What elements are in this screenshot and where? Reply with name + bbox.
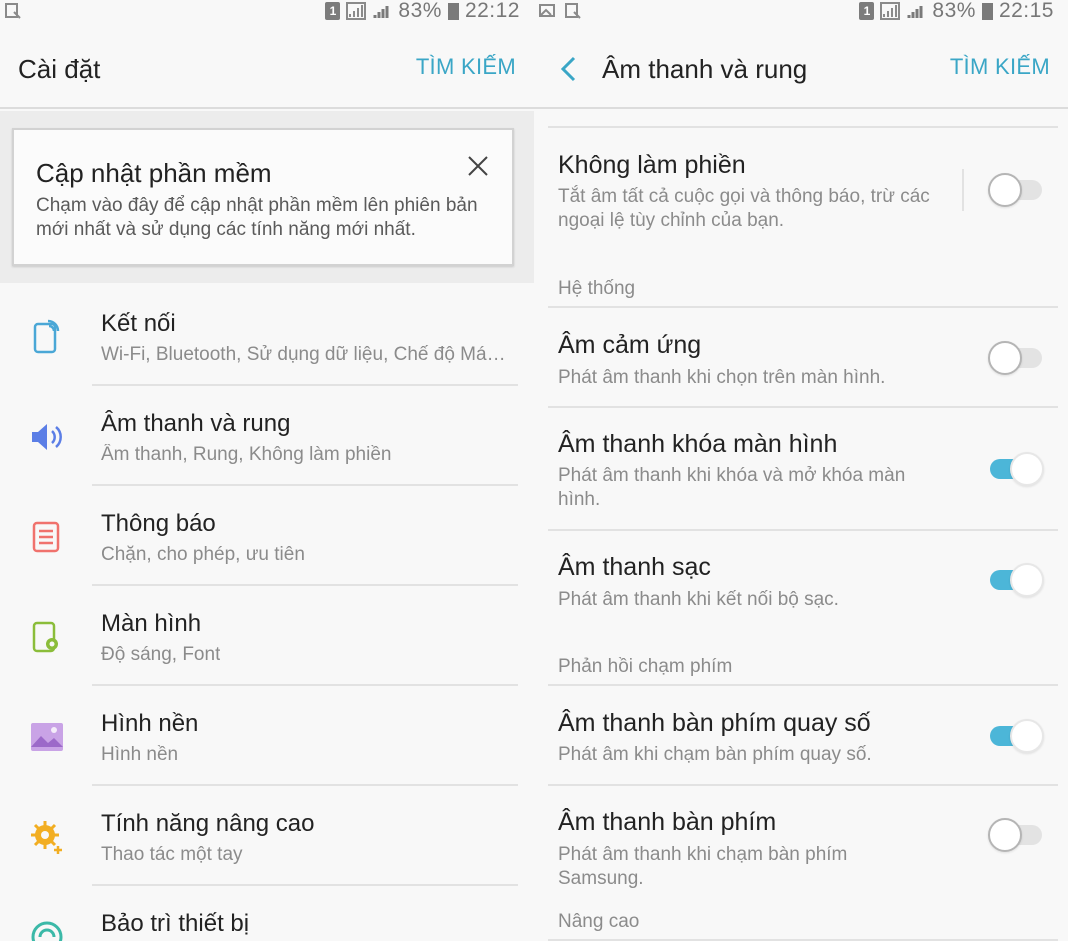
card-title: Cập nhật phần mềm [36, 158, 272, 188]
item-title: Màn hình [101, 610, 202, 637]
settings-item-notifications[interactable]: Thông báo Chặn, cho phép, ưu tiên [0, 486, 534, 586]
row-title: Không làm phiền [558, 151, 746, 179]
divider [548, 529, 1058, 531]
sim-icon: 1 [325, 2, 341, 20]
touch-sound-toggle[interactable] [988, 341, 1044, 375]
row-subtitle: Phát âm thanh khi chạm bàn phím Samsung. [558, 844, 848, 889]
lock-sound-toggle[interactable] [988, 452, 1044, 486]
item-title: Tính năng nâng cao [101, 810, 315, 837]
battery-percent: 83% [932, 0, 976, 22]
clock: 22:15 [998, 0, 1054, 22]
sound-and-vibration-screen: 1 83% 22:15 Âm thanh và rung TÌM KIẾM Kh… [534, 0, 1068, 941]
signal-icon [880, 2, 901, 20]
download-notification-icon [5, 3, 21, 19]
item-subtitle: Chặn, cho phép, ưu tiên [101, 544, 305, 565]
battery-percent: 83% [398, 0, 442, 22]
item-title: Âm thanh và rung [101, 410, 291, 437]
row-subtitle: Phát âm thanh khi kết nối bộ sạc. [558, 589, 839, 610]
row-subtitle: Tắt âm tất cả cuộc gọi và thông báo, trừ… [558, 186, 930, 231]
app-bar: Cài đặt TÌM KIẾM [0, 24, 534, 109]
close-icon[interactable] [466, 154, 490, 178]
device-maintenance-icon [31, 921, 63, 941]
vertical-separator [962, 169, 964, 211]
status-bar: 1 83% 22:12 [0, 0, 534, 24]
signal-icon-2 [907, 6, 923, 18]
search-button[interactable]: TÌM KIẾM [416, 54, 516, 80]
row-subtitle: Phát âm khi chạm bàn phím quay số. [558, 744, 872, 765]
settings-item-display[interactable]: Màn hình Độ sáng, Font [0, 586, 534, 686]
clock: 22:12 [464, 0, 520, 22]
item-title: Kết nối [101, 310, 176, 337]
item-subtitle: Độ sáng, Font [101, 644, 221, 665]
status-bar: 1 83% 22:15 [534, 0, 1068, 24]
settings-item-sound[interactable]: Âm thanh và rung Âm thanh, Rung, Không l… [0, 386, 534, 486]
item-subtitle: Thao tác một tay [101, 844, 243, 865]
search-button[interactable]: TÌM KIẾM [950, 54, 1050, 80]
signal-icon [346, 2, 367, 20]
software-update-card[interactable]: Cập nhật phần mềm Chạm vào đây để cập nh… [12, 128, 514, 266]
section-header-system: Hệ thống [558, 278, 636, 299]
row-title: Âm thanh bàn phím [558, 808, 777, 836]
dialpad-sound-toggle[interactable] [988, 719, 1044, 753]
section-header-keypad: Phản hồi chạm phím [558, 656, 733, 677]
keyboard-sound-toggle[interactable] [988, 818, 1044, 852]
divider [548, 406, 1058, 408]
divider [548, 306, 1058, 308]
display-icon [32, 621, 58, 653]
item-subtitle: Wi-Fi, Bluetooth, Sử dụng dữ liệu, Chế đ… [101, 344, 506, 365]
battery-icon [981, 2, 993, 20]
row-subtitle: Phát âm thanh khi khóa và mở khóa màn hì… [558, 465, 906, 510]
item-subtitle: Hình nền [101, 744, 179, 765]
divider [548, 784, 1058, 786]
settings-item-device-maintenance[interactable]: Bảo trì thiết bị [0, 886, 534, 941]
settings-item-advanced-features[interactable]: Tính năng nâng cao Thao tác một tay [0, 786, 534, 886]
row-title: Âm thanh sạc [558, 553, 711, 581]
item-title: Bảo trì thiết bị [101, 910, 250, 937]
row-title: Âm cảm ứng [558, 331, 702, 359]
card-body: Chạm vào đây để cập nhật phần mềm lên ph… [36, 195, 478, 240]
settings-item-connections[interactable]: Kết nối Wi-Fi, Bluetooth, Sử dụng dữ liệ… [0, 286, 534, 386]
row-title: Âm thanh bàn phím quay số [558, 709, 871, 737]
speaker-icon [32, 424, 62, 450]
back-arrow-icon[interactable] [556, 54, 582, 84]
page-title: Cài đặt [18, 54, 101, 84]
app-bar: Âm thanh và rung TÌM KIẾM [534, 24, 1068, 109]
row-subtitle: Phát âm thanh khi chọn trên màn hình. [558, 367, 886, 388]
item-title: Thông báo [101, 510, 216, 537]
download-notification-icon [565, 3, 581, 19]
battery-icon [447, 2, 459, 20]
item-title: Hình nền [101, 710, 199, 737]
notifications-icon [32, 521, 60, 553]
section-header-advanced: Nâng cao [558, 911, 640, 932]
divider [548, 126, 1058, 128]
settings-item-wallpaper[interactable]: Hình nền Hình nền [0, 686, 534, 786]
charging-sound-toggle[interactable] [988, 563, 1044, 597]
row-title: Âm thanh khóa màn hình [558, 430, 838, 458]
gallery-notification-icon [539, 4, 555, 17]
sim-icon: 1 [859, 2, 875, 20]
page-title: Âm thanh và rung [602, 54, 808, 84]
do-not-disturb-toggle[interactable] [988, 173, 1044, 207]
connections-icon [33, 319, 60, 354]
item-subtitle: Âm thanh, Rung, Không làm phiền [101, 444, 392, 465]
wallpaper-icon [31, 723, 63, 751]
advanced-features-icon [31, 821, 62, 854]
divider [548, 684, 1058, 686]
signal-icon-2 [373, 6, 389, 18]
settings-screen: 1 83% 22:12 Cài đặt TÌM KIẾM Cập nhật ph… [0, 0, 534, 941]
